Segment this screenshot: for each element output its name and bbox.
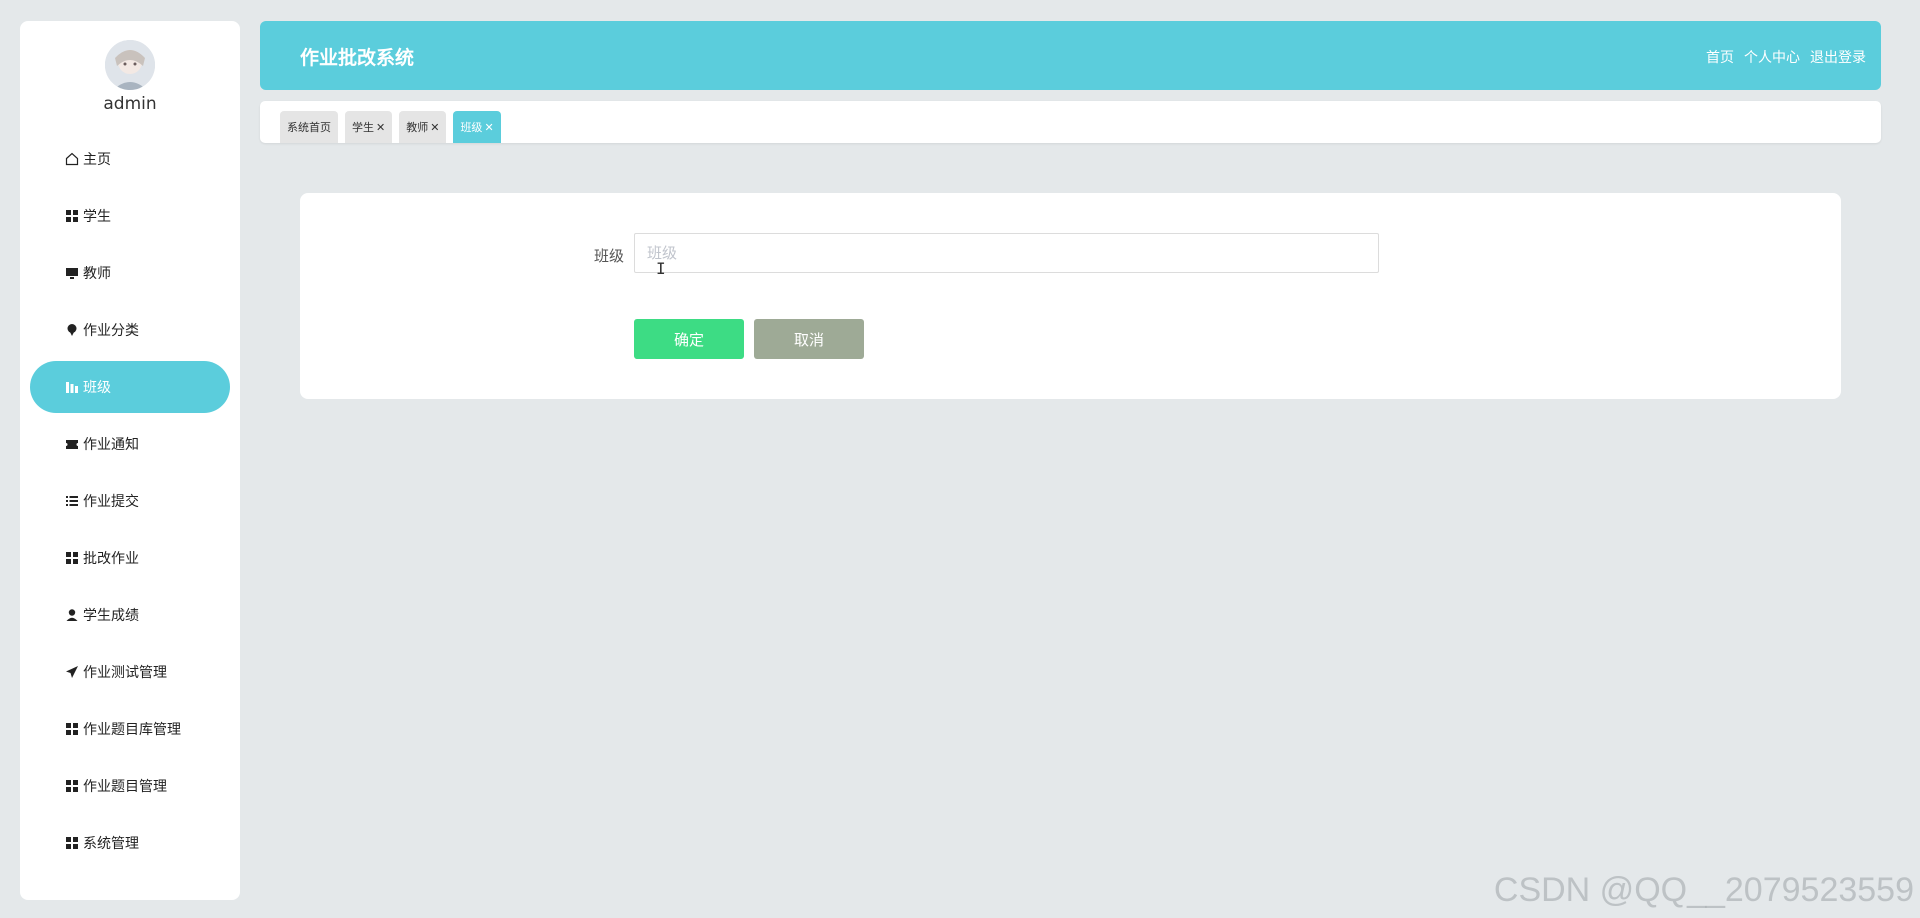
- list-icon: [64, 493, 80, 509]
- tab-teachers[interactable]: 教师 ✕: [399, 111, 447, 143]
- sidebar-item-student-scores[interactable]: 学生成绩: [20, 589, 240, 641]
- send-icon: [64, 664, 80, 680]
- sidebar-item-class[interactable]: 班级: [30, 361, 230, 413]
- sidebar-item-label: 作业通知: [83, 437, 139, 453]
- home-icon: [64, 151, 80, 167]
- sidebar-item-system-management[interactable]: 系统管理: [20, 817, 240, 869]
- sidebar-item-grade-homework[interactable]: 批改作业: [20, 532, 240, 584]
- monitor-icon: [64, 265, 80, 281]
- cancel-button[interactable]: 取消: [754, 319, 864, 359]
- grid-icon: [64, 550, 80, 566]
- tab-label: 班级: [460, 121, 483, 134]
- sidebar-item-teachers[interactable]: 教师: [20, 247, 240, 299]
- top-header: 作业批改系统 首页 个人中心 退出登录: [260, 21, 1881, 90]
- sidebar-item-label: 作业提交: [83, 494, 139, 510]
- sidebar-item-label: 学生: [83, 209, 111, 225]
- sidebar-item-label: 班级: [83, 380, 111, 396]
- sidebar-item-question-bank-management[interactable]: 作业题目库管理: [20, 703, 240, 755]
- sidebar-item-homework-category[interactable]: 作业分类: [20, 304, 240, 356]
- tab-label: 教师: [406, 121, 429, 134]
- class-input[interactable]: [634, 233, 1379, 273]
- logout-link[interactable]: 退出登录: [1810, 47, 1866, 67]
- sidebar-item-label: 主页: [83, 152, 111, 168]
- app-title: 作业批改系统: [300, 47, 415, 69]
- sidebar-item-label: 作业测试管理: [83, 665, 167, 681]
- text-cursor-icon: I: [656, 259, 666, 278]
- tab-bar: 系统首页 学生 ✕ 教师 ✕ 班级 ✕: [260, 101, 1881, 143]
- sidebar-item-label: 批改作业: [83, 551, 139, 567]
- close-icon[interactable]: ✕: [376, 121, 385, 134]
- profile-link[interactable]: 个人中心: [1744, 47, 1800, 67]
- tab-students[interactable]: 学生 ✕: [345, 111, 393, 143]
- sidebar: admin 主页 学生 教师 作业分类 班级 作业通知 作业提交 批改作业 学生…: [20, 21, 240, 900]
- tab-class[interactable]: 班级 ✕: [453, 111, 501, 143]
- grid-icon: [64, 835, 80, 851]
- sidebar-item-label: 作业题目管理: [83, 779, 167, 795]
- sidebar-menu: 主页 学生 教师 作业分类 班级 作业通知 作业提交 批改作业 学生成绩 作业测…: [20, 133, 240, 874]
- pin-icon: [64, 322, 80, 338]
- close-icon[interactable]: ✕: [484, 121, 493, 134]
- grid-icon: [64, 208, 80, 224]
- ticket-icon: [64, 436, 80, 452]
- tabs: 系统首页 学生 ✕ 教师 ✕ 班级 ✕: [280, 111, 501, 143]
- avatar[interactable]: [105, 40, 155, 90]
- watermark: CSDN @QQ__2079523559: [1493, 871, 1914, 909]
- sidebar-item-label: 教师: [83, 266, 111, 282]
- confirm-button[interactable]: 确定: [634, 319, 744, 359]
- sidebar-item-homework-notice[interactable]: 作业通知: [20, 418, 240, 470]
- sidebar-item-label: 系统管理: [83, 836, 139, 852]
- sidebar-item-label: 作业题目库管理: [83, 722, 181, 738]
- username: admin: [103, 94, 157, 114]
- sidebar-item-question-management[interactable]: 作业题目管理: [20, 760, 240, 812]
- tab-system-home[interactable]: 系统首页: [280, 111, 338, 143]
- form-panel: 班级 I 确定 取消: [300, 193, 1841, 399]
- user-icon: [64, 607, 80, 623]
- sidebar-item-label: 作业分类: [83, 323, 139, 339]
- sidebar-item-students[interactable]: 学生: [20, 190, 240, 242]
- sidebar-item-home[interactable]: 主页: [20, 133, 240, 185]
- grid-icon: [64, 721, 80, 737]
- tab-label: 学生: [352, 121, 374, 134]
- sidebar-item-label: 学生成绩: [83, 608, 139, 624]
- close-icon[interactable]: ✕: [430, 121, 439, 134]
- class-field-label: 班级: [593, 247, 624, 265]
- sidebar-item-homework-test-management[interactable]: 作业测试管理: [20, 646, 240, 698]
- grid-icon: [64, 778, 80, 794]
- tab-label: 系统首页: [287, 121, 331, 134]
- header-links: 首页 个人中心 退出登录: [1706, 47, 1866, 67]
- home-link[interactable]: 首页: [1706, 47, 1734, 67]
- sidebar-item-homework-submit[interactable]: 作业提交: [20, 475, 240, 527]
- bar-chart-icon: [64, 379, 80, 395]
